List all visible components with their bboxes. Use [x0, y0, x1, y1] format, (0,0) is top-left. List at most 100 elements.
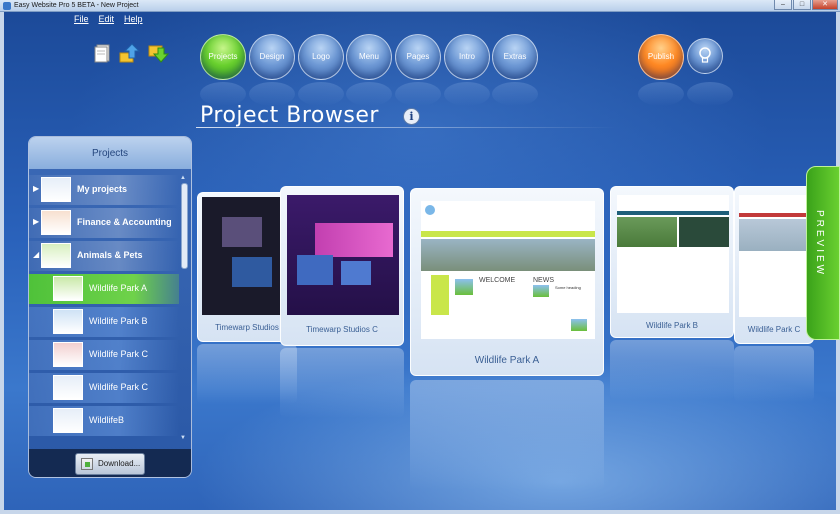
window-title: Easy Website Pro 5 BETA - New Project [14, 2, 139, 9]
tips-button[interactable] [687, 38, 723, 74]
list-item-label: Wildlife Park C [89, 382, 149, 392]
info-button[interactable]: i [403, 108, 420, 125]
screenshot-image [341, 261, 371, 285]
project-category-animals[interactable]: ◢ Animals & Pets [29, 241, 179, 271]
project-card-wildlife-park-b[interactable]: Wildlife Park B [610, 186, 734, 338]
heading-underline [196, 127, 616, 128]
project-item-wildlifeb[interactable]: WildlifeB [29, 406, 179, 436]
screenshot-logo [425, 205, 435, 215]
download-icon [81, 458, 93, 470]
project-category-finance[interactable]: ▶ Finance & Accounting [29, 208, 179, 238]
screenshot-menubar [421, 231, 595, 237]
orb-reflection [492, 82, 538, 106]
orb-reflection [638, 82, 684, 106]
new-document-icon[interactable] [92, 42, 114, 64]
collapse-arrow-icon[interactable]: ◢ [33, 250, 39, 259]
project-thumbnail [53, 276, 83, 301]
project-thumbnail [41, 210, 71, 235]
project-thumbnail [41, 243, 71, 268]
project-category-my-projects[interactable]: ▶ My projects [29, 175, 179, 205]
project-item-wildlife-park-c[interactable]: Wildlife Park C [29, 340, 179, 370]
card-reflection [734, 346, 814, 402]
window-controls: – □ ✕ [774, 0, 838, 11]
project-card-timewarp-studios-c[interactable]: Timewarp Studios C [280, 186, 404, 346]
project-item-wildlife-park-a[interactable]: Wildlife Park A [29, 274, 179, 304]
nav-extras-button[interactable]: Extras [492, 34, 538, 80]
screenshot-image [297, 255, 333, 285]
projects-panel: Projects ▶ My projects ▶ Finance & Accou… [28, 136, 192, 478]
project-card-wildlife-park-c[interactable]: Wildlife Park C [734, 186, 814, 344]
card-caption: Wildlife Park B [645, 321, 698, 330]
screenshot-sidebar [431, 275, 449, 315]
page-title: Project Browser [200, 103, 379, 128]
list-item-label: Wildlife Park B [89, 316, 148, 326]
list-item-label: Wildlife Park A [89, 283, 148, 293]
project-thumbnail [41, 177, 71, 202]
list-item-label: My projects [77, 184, 128, 194]
project-item-wildlife-park-b[interactable]: Wildlife Park B [29, 307, 179, 337]
list-item-label: Finance & Accounting [77, 217, 172, 227]
screenshot-news-heading: Some heading [555, 285, 581, 290]
preview-label: PREVIEW [814, 210, 825, 278]
projects-panel-title: Projects [29, 137, 191, 169]
window-titlebar: Easy Website Pro 5 BETA - New Project – … [0, 0, 840, 12]
window-frame-bottom [0, 510, 840, 514]
nav-publish-button[interactable]: Publish [638, 34, 684, 80]
expand-arrow-icon[interactable]: ▶ [33, 184, 39, 193]
screenshot-banner [739, 219, 811, 251]
nav-pages-button[interactable]: Pages [395, 34, 441, 80]
project-screenshot [617, 195, 729, 313]
screenshot-image [679, 217, 729, 247]
app-icon [3, 2, 11, 10]
scroll-down-arrow[interactable]: ▼ [180, 435, 186, 441]
list-item-label: Wildlife Park C [89, 349, 149, 359]
menu-file[interactable]: File [74, 14, 89, 24]
nav-menu-button[interactable]: Menu [346, 34, 392, 80]
expand-arrow-icon[interactable]: ▶ [33, 217, 39, 226]
orb-reflection [395, 82, 441, 106]
orb-reflection [687, 82, 733, 106]
nav-intro-button[interactable]: Intro [444, 34, 490, 80]
menu-bar: File Edit Help [74, 14, 143, 24]
project-item-wildlife-park-c-2[interactable]: Wildlife Park C [29, 373, 179, 403]
screenshot-menubar [739, 213, 811, 217]
screenshot-image [455, 279, 473, 295]
card-reflection [410, 380, 604, 490]
nav-design-button[interactable]: Design [249, 34, 295, 80]
lightbulb-icon [699, 47, 711, 63]
nav-logo-button[interactable]: Logo [298, 34, 344, 80]
project-screenshot [202, 197, 290, 315]
card-reflection [610, 340, 734, 400]
download-button-label: Download... [98, 459, 141, 468]
project-thumbnail [53, 408, 83, 433]
scrollbar-thumb[interactable] [181, 183, 188, 269]
projects-list: ▶ My projects ▶ Finance & Accounting ◢ A… [29, 173, 179, 445]
screenshot-banner [617, 217, 677, 247]
card-caption: Wildlife Park A [474, 355, 540, 366]
project-thumbnail [53, 342, 83, 367]
orb-reflection [444, 82, 490, 106]
project-card-wildlife-park-a[interactable]: WELCOME NEWS Some heading Wildlife Park … [410, 188, 604, 376]
screenshot-menubar [617, 211, 729, 215]
screenshot-banner [315, 223, 393, 257]
screenshot-news: NEWS [533, 277, 554, 284]
download-button[interactable]: Download... [75, 453, 145, 475]
screenshot-image [232, 257, 272, 287]
close-button[interactable]: ✕ [812, 0, 838, 10]
download-arrow-icon[interactable] [147, 42, 169, 64]
menu-edit[interactable]: Edit [99, 14, 115, 24]
upload-arrow-icon[interactable] [118, 42, 140, 64]
maximize-button[interactable]: □ [793, 0, 811, 10]
project-thumbnail [53, 309, 83, 334]
screenshot-welcome: WELCOME [479, 277, 516, 284]
card-caption: Wildlife Park C [747, 325, 801, 334]
menu-help[interactable]: Help [124, 14, 143, 24]
project-screenshot: WELCOME NEWS Some heading [421, 201, 595, 339]
screenshot-banner [421, 239, 595, 271]
project-screenshot [287, 195, 399, 315]
screenshot-banner [222, 217, 262, 247]
window-frame-left [0, 12, 4, 514]
minimize-button[interactable]: – [774, 0, 792, 10]
nav-projects-button[interactable]: Projects [200, 34, 246, 80]
scroll-up-arrow[interactable]: ▲ [180, 175, 186, 181]
